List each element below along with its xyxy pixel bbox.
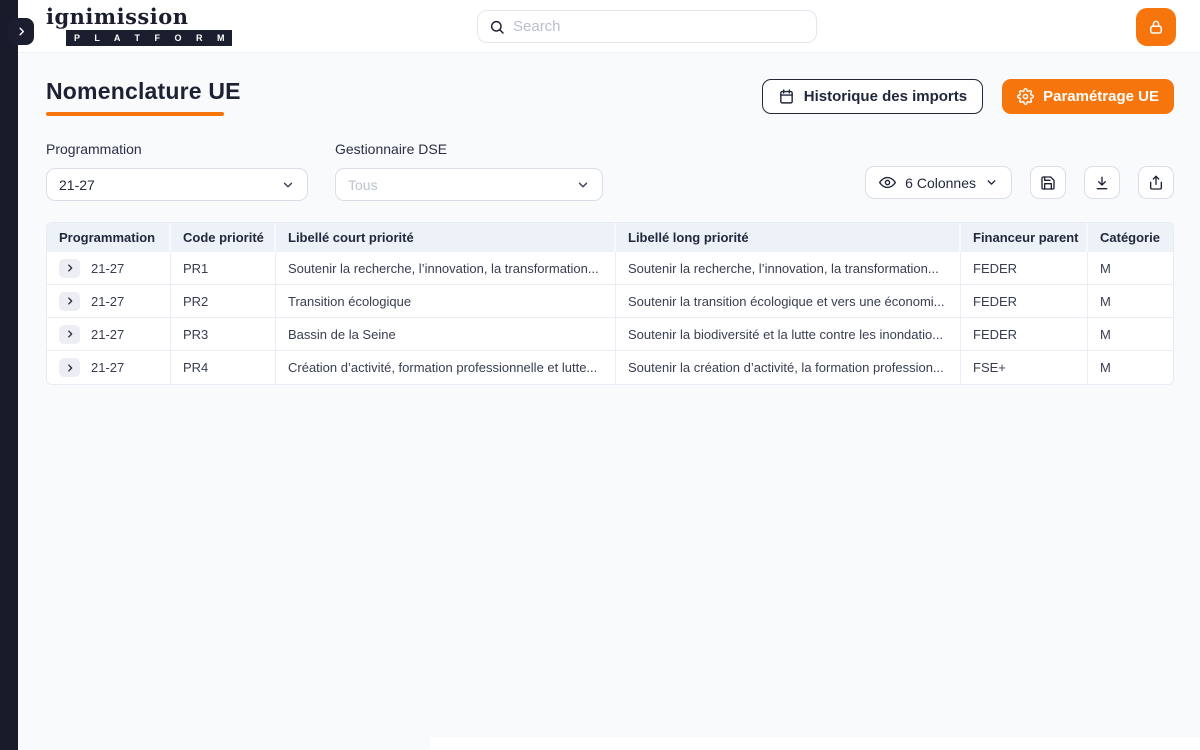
row-expand-button[interactable]	[59, 259, 80, 278]
lock-icon	[1147, 18, 1165, 36]
table-row: 21-27 PR2 Transition écologique Soutenir…	[47, 285, 1173, 318]
table-header-row: Programmation Code priorité Libellé cour…	[47, 223, 1173, 252]
download-button[interactable]	[1084, 166, 1120, 199]
eye-icon	[879, 174, 896, 191]
page-title: Nomenclature UE	[46, 78, 241, 105]
cell-programmation: 21-27	[91, 294, 124, 309]
save-view-button[interactable]	[1030, 166, 1066, 199]
imports-history-button[interactable]: Historique des imports	[762, 79, 983, 114]
cell-programmation: 21-27	[91, 261, 124, 276]
cell-libelle-court: Soutenir la recherche, l’innovation, la …	[276, 252, 616, 285]
save-icon	[1040, 175, 1056, 191]
cell-code-priorite: PR3	[171, 318, 276, 351]
title-underline	[46, 112, 224, 116]
header-financeur-parent: Financeur parent	[961, 223, 1088, 252]
cell-programmation: 21-27	[91, 360, 124, 375]
export-button[interactable]	[1138, 166, 1174, 199]
table-row: 21-27 PR3 Bassin de la Seine Soutenir la…	[47, 318, 1173, 351]
header-categorie: Catégorie	[1088, 223, 1173, 252]
header-programmation: Programmation	[47, 223, 171, 252]
cell-code-priorite: PR1	[171, 252, 276, 285]
cell-programmation: 21-27	[91, 327, 124, 342]
export-icon	[1148, 175, 1164, 191]
logo: ignimission P L A T F O R M	[46, 6, 232, 46]
columns-visibility-button[interactable]: 6 Colonnes	[865, 166, 1012, 199]
cell-libelle-long: Soutenir la transition écologique et ver…	[616, 285, 961, 318]
parametrage-ue-label: Paramétrage UE	[1043, 88, 1159, 105]
nomenclature-table: Programmation Code priorité Libellé cour…	[46, 222, 1174, 385]
gestionnaire-dse-select[interactable]: Tous	[335, 168, 603, 201]
cell-libelle-long: Soutenir la création d’activité, la form…	[616, 351, 961, 384]
lock-button[interactable]	[1136, 8, 1176, 46]
horizontal-scrollbar[interactable]	[430, 737, 1200, 750]
calendar-icon	[778, 88, 795, 105]
programmation-select[interactable]: 21-27	[46, 168, 308, 201]
programmation-value: 21-27	[59, 177, 281, 193]
gestionnaire-dse-placeholder: Tous	[348, 177, 576, 193]
cell-financeur-parent: FEDER	[961, 252, 1088, 285]
parametrage-ue-button[interactable]: Paramétrage UE	[1002, 79, 1174, 114]
cell-categorie: M	[1088, 285, 1173, 318]
cell-financeur-parent: FSE+	[961, 351, 1088, 384]
header-code-priorite: Code priorité	[171, 223, 276, 252]
logo-sub-text: P L A T F O R M	[66, 30, 232, 46]
cell-libelle-court: Transition écologique	[276, 285, 616, 318]
sidebar	[0, 0, 18, 750]
row-expand-button[interactable]	[59, 292, 80, 311]
logo-main-text: ignimission	[46, 6, 232, 28]
columns-visibility-label: 6 Colonnes	[905, 175, 976, 191]
sidebar-expand-button[interactable]	[8, 18, 34, 45]
table-row: 21-27 PR4 Création d’activité, formation…	[47, 351, 1173, 384]
header-libelle-court: Libellé court priorité	[276, 223, 616, 252]
cell-categorie: M	[1088, 351, 1173, 384]
programmation-label: Programmation	[46, 141, 308, 157]
cell-financeur-parent: FEDER	[961, 318, 1088, 351]
row-expand-button[interactable]	[59, 358, 80, 377]
chevron-right-icon	[16, 26, 27, 37]
search-input[interactable]	[513, 18, 805, 35]
cell-categorie: M	[1088, 318, 1173, 351]
cell-categorie: M	[1088, 252, 1173, 285]
download-icon	[1094, 175, 1110, 191]
search-bar	[477, 10, 817, 43]
cell-libelle-court: Création d’activité, formation professio…	[276, 351, 616, 384]
gestionnaire-dse-label: Gestionnaire DSE	[335, 141, 603, 157]
imports-history-label: Historique des imports	[804, 88, 967, 105]
chevron-down-icon	[985, 176, 998, 189]
cell-code-priorite: PR2	[171, 285, 276, 318]
cell-libelle-court: Bassin de la Seine	[276, 318, 616, 351]
chevron-down-icon	[576, 178, 590, 192]
table-row: 21-27 PR1 Soutenir la recherche, l’innov…	[47, 252, 1173, 285]
row-expand-button[interactable]	[59, 325, 80, 344]
gear-icon	[1017, 88, 1034, 105]
cell-code-priorite: PR4	[171, 351, 276, 384]
cell-financeur-parent: FEDER	[961, 285, 1088, 318]
cell-libelle-long: Soutenir la recherche, l’innovation, la …	[616, 252, 961, 285]
chevron-down-icon	[281, 178, 295, 192]
search-icon	[489, 19, 505, 35]
cell-libelle-long: Soutenir la biodiversité et la lutte con…	[616, 318, 961, 351]
header-libelle-long: Libellé long priorité	[616, 223, 961, 252]
